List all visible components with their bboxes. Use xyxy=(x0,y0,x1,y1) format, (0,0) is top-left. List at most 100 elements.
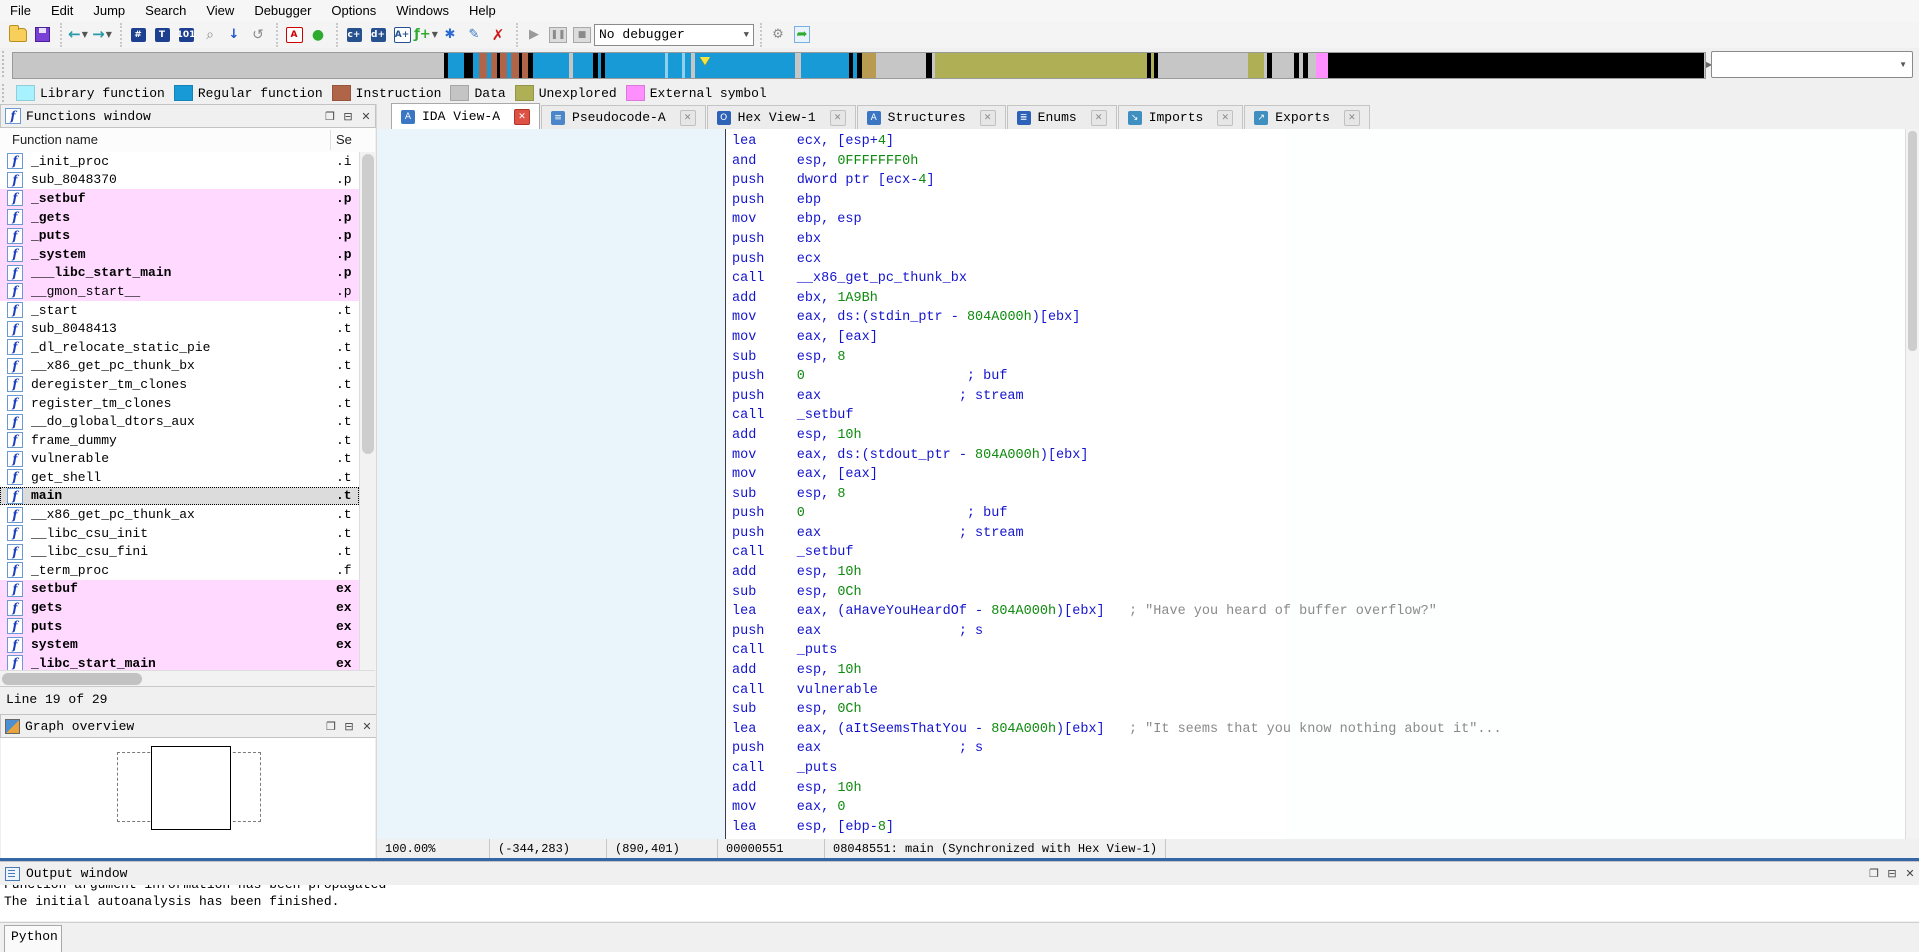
problems-button[interactable]: A xyxy=(283,25,305,45)
tab-hex-view-1[interactable]: OHex View-1✕ xyxy=(707,105,856,129)
menu-item-options[interactable]: Options xyxy=(321,1,386,20)
make-struct-button[interactable]: ✱ xyxy=(439,25,461,45)
disassembly-line[interactable]: subesp, 8 xyxy=(732,485,1502,505)
function-row-system[interactable]: f_system.p xyxy=(0,245,359,264)
function-row-libc-csu-init[interactable]: f__libc_csu_init.t xyxy=(0,524,359,543)
attach-process-button[interactable]: ⚙ xyxy=(767,25,789,45)
function-row-sub-8048413[interactable]: fsub_8048413.t xyxy=(0,319,359,338)
function-row-setbuf[interactable]: f_setbuf.p xyxy=(0,189,359,208)
navigation-band[interactable] xyxy=(12,52,1706,79)
tab-close-icon[interactable]: ✕ xyxy=(980,110,996,126)
column-function-name[interactable]: Function name xyxy=(12,132,98,147)
tab-exports[interactable]: ↗Exports✕ xyxy=(1244,105,1370,129)
disassembly-line[interactable]: call_puts xyxy=(732,759,1502,779)
disassembly-line[interactable]: moveax, [eax] xyxy=(732,328,1502,348)
function-row-get-shell[interactable]: fget_shell.t xyxy=(0,468,359,487)
function-row-libc-csu-fini[interactable]: f__libc_csu_fini.t xyxy=(0,542,359,561)
output-float-button[interactable]: ⊟ xyxy=(1883,866,1901,882)
disassembly-line[interactable]: addesp, 10h xyxy=(732,779,1502,799)
disassembly-line[interactable]: leaesp, [ebp-8] xyxy=(732,818,1502,838)
disassembly-line[interactable]: leaecx, [esp+4] xyxy=(732,132,1502,152)
disassembly-line[interactable]: leaeax, (aItSeemsThatYou - 804A000h)[ebx… xyxy=(732,720,1502,740)
disassembly-listing[interactable]: leaecx, [esp+4]andesp, 0FFFFFFF0hpushdwo… xyxy=(732,132,1502,837)
disassembly-line[interactable]: call_setbuf xyxy=(732,406,1502,426)
disassembly-line[interactable]: addesp, 10h xyxy=(732,661,1502,681)
make-function-button[interactable]: ƒ+▼ xyxy=(415,25,437,45)
navigate-forward-button[interactable]: →▼ xyxy=(91,25,113,45)
undefine-button[interactable]: ✗ xyxy=(487,25,509,45)
debugger-select[interactable]: No debugger ▼ xyxy=(594,24,754,46)
debugger-run-button[interactable]: ▶ xyxy=(523,25,545,45)
function-row-do-global-dtors-aux[interactable]: f__do_global_dtors_aux.t xyxy=(0,412,359,431)
graph-float-button[interactable]: ⊟ xyxy=(340,718,358,734)
ida-view-canvas[interactable]: leaecx, [esp+4]andesp, 0FFFFFFF0hpushdwo… xyxy=(377,129,1919,839)
function-row-main[interactable]: fmain.t xyxy=(0,487,359,506)
function-row-init-proc[interactable]: f_init_proc.i xyxy=(0,152,359,171)
tab-close-icon[interactable]: ✕ xyxy=(680,110,696,126)
function-row-start[interactable]: f_start.t xyxy=(0,301,359,320)
graph-restore-button[interactable]: ❐ xyxy=(322,718,340,734)
band-drag-handle[interactable] xyxy=(2,51,9,77)
jump-target-combobox[interactable]: ▼ xyxy=(1711,51,1913,78)
tab-structures[interactable]: AStructures✕ xyxy=(857,105,1006,129)
function-row-term-proc[interactable]: f_term_proc.f xyxy=(0,561,359,580)
tab-imports[interactable]: ↘Imports✕ xyxy=(1118,105,1244,129)
menu-item-file[interactable]: File xyxy=(0,1,41,20)
debugger-pause-button[interactable]: ❚❚ xyxy=(547,25,569,45)
disassembly-line[interactable]: moveax, 0 xyxy=(732,798,1502,818)
search-sequence-button[interactable]: 101 xyxy=(175,25,197,45)
menu-item-jump[interactable]: Jump xyxy=(83,1,135,20)
output-window-titlebar[interactable]: Output window ❐ ⊟ ✕ xyxy=(0,861,1919,886)
graph-close-button[interactable]: ✕ xyxy=(358,718,376,734)
disassembly-line[interactable]: pusheax ; s xyxy=(732,739,1502,759)
disassembly-line[interactable]: call_puts xyxy=(732,641,1502,661)
search-text-button[interactable]: T xyxy=(151,25,173,45)
debugger-stop-button[interactable]: ■ xyxy=(571,25,593,45)
function-row-gets[interactable]: f_gets.p xyxy=(0,208,359,227)
disassembly-line[interactable]: moveax, [eax] xyxy=(732,465,1502,485)
disassembly-line[interactable]: pusheax ; stream xyxy=(732,524,1502,544)
functions-float-button[interactable]: ⊟ xyxy=(339,108,357,124)
disassembly-line[interactable]: call_setbuf xyxy=(732,543,1502,563)
disassembly-line[interactable]: andesp, 0FFFFFFF0h xyxy=(732,152,1502,172)
disassembly-line[interactable]: push0 ; buf xyxy=(732,367,1502,387)
graph-overview-canvas[interactable] xyxy=(1,738,375,858)
function-row-x86-get-pc-thunk-ax[interactable]: f__x86_get_pc_thunk_ax.t xyxy=(0,505,359,524)
function-row-frame-dummy[interactable]: fframe_dummy.t xyxy=(0,431,359,450)
disassembly-line[interactable]: subesp, 0Ch xyxy=(732,700,1502,720)
make-code-button[interactable]: c+ xyxy=(343,25,365,45)
function-row-register-tm-clones[interactable]: fregister_tm_clones.t xyxy=(0,394,359,413)
hscroll-thumb[interactable] xyxy=(2,673,142,685)
menu-item-edit[interactable]: Edit xyxy=(41,1,83,20)
function-row-puts[interactable]: fputsex xyxy=(0,617,359,636)
jump-address-button[interactable]: ↓ xyxy=(223,25,245,45)
disassembly-line[interactable]: addebx, 1A9Bh xyxy=(732,289,1502,309)
tab-close-icon[interactable]: ✕ xyxy=(1217,110,1233,126)
menu-item-view[interactable]: View xyxy=(196,1,244,20)
function-row-dl-relocate-static-pie[interactable]: f_dl_relocate_static_pie.t xyxy=(0,338,359,357)
open-file-button[interactable] xyxy=(7,25,29,45)
cli-language-button[interactable]: Python xyxy=(4,925,62,952)
tab-close-icon[interactable]: ✕ xyxy=(1091,110,1107,126)
tab-enums[interactable]: ≣Enums✕ xyxy=(1007,105,1117,129)
disassembly-line[interactable]: subesp, 0Ch xyxy=(732,583,1502,603)
jump-xref-button[interactable]: ↺ xyxy=(247,25,269,45)
column-segment[interactable]: Se xyxy=(336,132,352,147)
disassembly-line[interactable]: leaeax, (aHaveYouHeardOf - 804A000h)[ebx… xyxy=(732,602,1502,622)
disassembly-line[interactable]: pushebp xyxy=(732,191,1502,211)
tab-close-icon[interactable]: ✕ xyxy=(514,109,530,125)
functions-vertical-scrollbar[interactable] xyxy=(359,152,376,670)
vscroll-thumb[interactable] xyxy=(362,154,374,454)
disassembly-line[interactable]: addesp, 10h xyxy=(732,563,1502,583)
disassembly-line[interactable]: pushecx xyxy=(732,250,1502,270)
disassembly-line[interactable]: push0 ; buf xyxy=(732,504,1502,524)
tab-ida-view-a[interactable]: AIDA View-A✕ xyxy=(391,103,540,129)
tab-close-icon[interactable]: ✕ xyxy=(1344,110,1360,126)
menu-item-debugger[interactable]: Debugger xyxy=(244,1,321,20)
function-row-sub-8048370[interactable]: fsub_8048370.p xyxy=(0,171,359,190)
function-row-system[interactable]: fsystemex xyxy=(0,635,359,654)
menu-item-search[interactable]: Search xyxy=(135,1,196,20)
disassembly-line[interactable]: pushebx xyxy=(732,230,1502,250)
menu-item-help[interactable]: Help xyxy=(459,1,506,20)
search-immediate-button[interactable]: # xyxy=(127,25,149,45)
